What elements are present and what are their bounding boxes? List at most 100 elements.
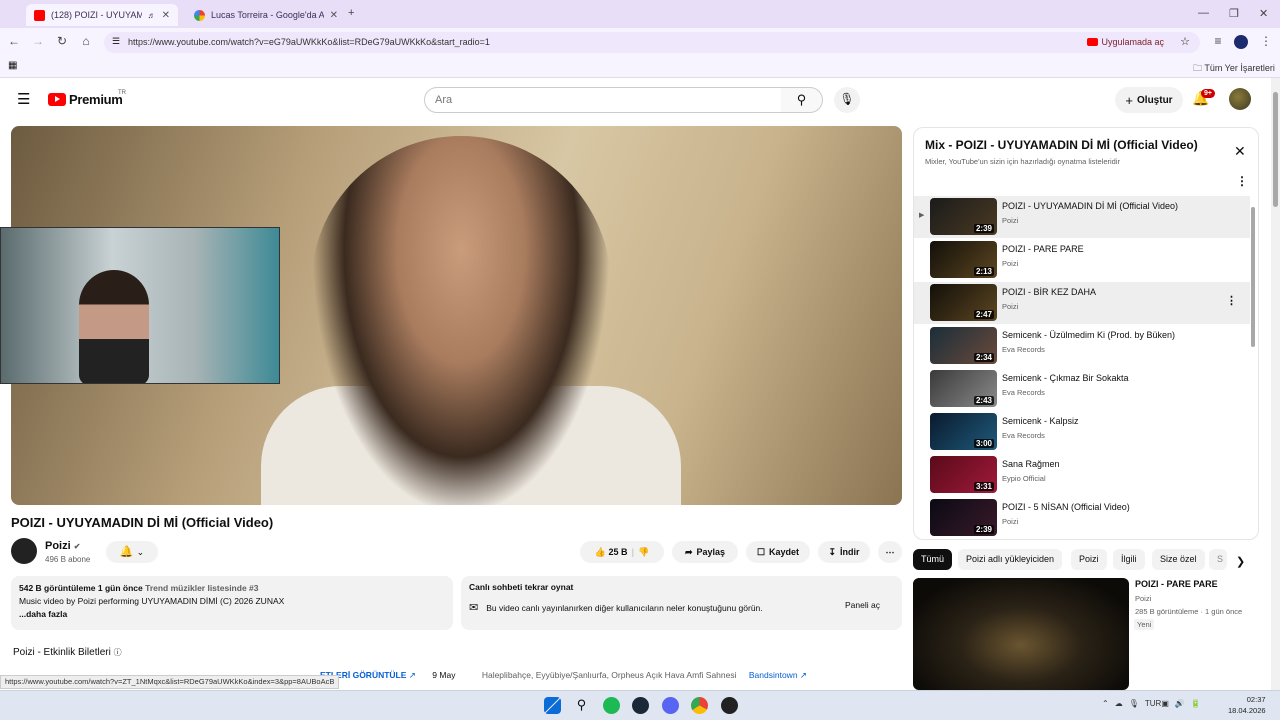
close-tab-icon[interactable]: ✕	[330, 10, 338, 21]
clock[interactable]: 02:37 18.04.2026	[1228, 694, 1266, 716]
restore-icon[interactable]: ❐	[1229, 7, 1239, 20]
profile-icon[interactable]	[1234, 35, 1248, 49]
open-panel-button[interactable]: Paneli aç	[845, 600, 880, 610]
back-icon[interactable]: ←	[6, 34, 22, 48]
discord-icon[interactable]	[662, 697, 679, 714]
steam-icon[interactable]	[632, 697, 649, 714]
chip-related[interactable]: İlgili	[1113, 549, 1145, 570]
voice-search-button[interactable]: 🎙	[834, 87, 860, 113]
save-button[interactable]: ☐ Kaydet	[746, 541, 810, 563]
minimize-icon[interactable]: —	[1198, 7, 1209, 19]
tab-title: (128) POIZI - UYUYAMADIN	[51, 10, 142, 20]
chevron-right-icon[interactable]: ❯	[1236, 555, 1245, 568]
hamburger-menu-icon[interactable]: ☰	[17, 90, 30, 108]
google-icon	[194, 9, 205, 21]
spotify-icon[interactable]	[603, 697, 620, 714]
webcam-person	[79, 270, 149, 383]
close-tab-icon[interactable]: ✕	[162, 10, 170, 21]
status-bar-url: https://www.youtube.com/watch?v=ZT_1NtMq…	[0, 675, 340, 689]
playlist-item[interactable]: 3:31 Sana Rağmen Eypio Official	[914, 454, 1250, 496]
info-icon[interactable]: ⓘ	[114, 648, 122, 657]
share-icon: ➦	[684, 546, 693, 557]
create-button[interactable]: + Oluştur	[1115, 87, 1183, 113]
chip-poizi[interactable]: Poizi	[1071, 549, 1107, 570]
recommended-thumbnail[interactable]	[913, 578, 1129, 690]
search-button[interactable]: ⚲	[781, 87, 823, 113]
video-frame-figure	[311, 136, 611, 505]
chat-replay-title: Canlı sohbeti tekrar oynat	[469, 582, 574, 592]
reading-list-icon[interactable]: ≡	[1210, 34, 1226, 48]
playlist-menu-icon[interactable]: ⋮	[1236, 174, 1248, 188]
address-bar[interactable]: ☰ https://www.youtube.com/watch?v=eG79aU…	[104, 32, 1200, 53]
playlist-subtitle: Mixler, YouTube'un sizin için hazırladığ…	[925, 157, 1120, 166]
playlist-item[interactable]: 2:43 Semicenk - Çıkmaz Bir Sokakta Eva R…	[914, 368, 1250, 410]
playlist-item[interactable]: 3:00 Semicenk - Kalpsiz Eva Records	[914, 411, 1250, 453]
description-stats: 542 B görüntüleme 1 gün önce Trend müzik…	[19, 582, 445, 595]
channel-name[interactable]: Poizi ✔	[45, 540, 80, 552]
open-in-app-button[interactable]: Uygulamada aç	[1087, 37, 1164, 47]
item-menu-icon[interactable]: ⋮	[1226, 294, 1237, 307]
trending-tag[interactable]: Trend müzikler listesinde #3	[145, 583, 258, 593]
close-window-icon[interactable]: ✕	[1259, 7, 1268, 20]
bookmark-star-icon[interactable]: ☆	[1180, 35, 1190, 48]
youtube-header: ☰ Premium TR Ara ⚲ 🎙 + Oluştur 🔔	[0, 78, 1270, 122]
reload-icon[interactable]: ↻	[54, 34, 70, 48]
windows-start-icon[interactable]	[544, 697, 561, 714]
youtube-logo-text[interactable]: Premium	[69, 92, 123, 107]
system-tray[interactable]: ⌃☁🎙TUR▣🔊🔋	[1102, 699, 1207, 708]
item-channel: Poizi	[1002, 216, 1019, 225]
all-bookmarks-button[interactable]: 🗀 Tüm Yer İşaretleri	[1193, 61, 1275, 77]
tab-youtube[interactable]: (128) POIZI - UYUYAMADIN ♬ ✕	[26, 4, 178, 26]
chip-for-you[interactable]: Size özel	[1152, 549, 1205, 570]
playlist-scrollbar[interactable]	[1251, 207, 1255, 347]
share-button[interactable]: ➦ Paylaş	[672, 541, 738, 563]
speaker-icon: ♬	[147, 10, 156, 20]
chip-all[interactable]: Tümü	[913, 549, 953, 570]
account-avatar[interactable]	[1229, 88, 1251, 110]
bandsintown-link[interactable]: Bandsintown	[749, 670, 798, 680]
forward-icon[interactable]: →	[30, 34, 46, 48]
item-channel: Eva Records	[1002, 345, 1045, 354]
video-thumbnail: 2:13	[930, 241, 997, 278]
menu-kebab-icon[interactable]: ⋮	[1258, 34, 1274, 48]
search-input[interactable]: Ara	[424, 87, 782, 113]
chip-from-uploader[interactable]: Poizi adlı yükleyiciden	[958, 549, 1063, 570]
events-heading: Poizi - Etkinlik Biletleri ⓘ	[13, 647, 122, 658]
youtube-logo-icon[interactable]	[48, 93, 66, 106]
bookmark-icon: ☐	[756, 546, 766, 557]
recommended-title[interactable]: POIZI - PARE PARE	[1135, 579, 1218, 589]
keyboard-language[interactable]: TUR	[1145, 699, 1161, 708]
video-thumbnail: 2:34	[930, 327, 997, 364]
playlist-item[interactable]: 2:47 POIZI - BİR KEZ DAHA Poizi ⋮	[914, 282, 1250, 324]
playlist-item[interactable]: 2:13 POIZI - PARE PARE Poizi	[914, 239, 1250, 281]
download-button[interactable]: ↧ İndir	[818, 541, 870, 563]
page-scrollbar-thumb[interactable]	[1273, 92, 1278, 207]
playlist-item[interactable]: ▶ 2:39 POIZI - UYUYAMADIN Dİ Mİ (Officia…	[914, 196, 1250, 238]
description-box[interactable]: 542 B görüntüleme 1 gün önce Trend müzik…	[11, 576, 453, 630]
subscribed-button[interactable]: 🔔 ⌄	[106, 541, 158, 563]
search-icon[interactable]: ⚲	[573, 697, 590, 714]
playlist-item[interactable]: 2:34 Semicenk - Üzülmedim Ki (Prod. by B…	[914, 325, 1250, 367]
tab-google[interactable]: Lucas Torreira - Google'da Ara ✕	[186, 4, 346, 26]
app-icon[interactable]	[721, 697, 738, 714]
playlist-item[interactable]: 2:39 POIZI - 5 NİSAN (Official Video) Po…	[914, 497, 1250, 539]
apps-grid-icon[interactable]: ▦	[8, 60, 17, 71]
chat-replay-text: Bu video canlı yayınlanırken diğer kulla…	[486, 602, 763, 613]
channel-avatar[interactable]	[11, 538, 37, 564]
close-icon[interactable]: ✕	[1234, 143, 1246, 160]
site-info-icon[interactable]: ☰	[112, 36, 120, 47]
home-icon[interactable]: ⌂	[78, 34, 94, 48]
show-more-link[interactable]: ...daha fazla	[19, 608, 445, 621]
video-thumbnail: 2:43	[930, 370, 997, 407]
item-title: POIZI - PARE PARE	[1002, 244, 1084, 254]
chip-partial[interactable]: S	[1209, 549, 1227, 570]
dislike-icon[interactable]: 👎	[638, 547, 649, 558]
chat-replay-row: ✉ Bu video canlı yayınlanırken diğer kul…	[469, 601, 894, 614]
duration: 2:39	[973, 525, 994, 534]
item-channel: Eva Records	[1002, 431, 1045, 440]
more-actions-button[interactable]: ⋯	[878, 541, 902, 563]
new-tab-icon[interactable]: +	[348, 7, 354, 19]
chrome-icon[interactable]	[691, 697, 708, 714]
duration: 2:43	[973, 396, 994, 405]
like-button[interactable]: 👍 25 B	[595, 547, 628, 558]
